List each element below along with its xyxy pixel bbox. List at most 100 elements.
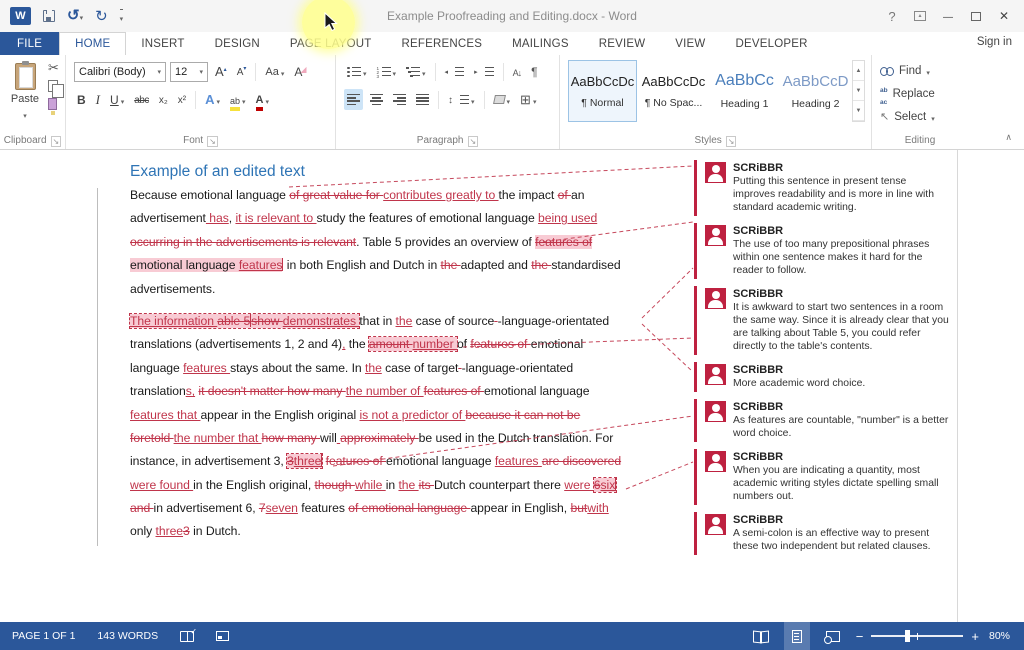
- font-size-combo[interactable]: 12: [170, 62, 208, 82]
- dialog-launcher-icon[interactable]: [726, 134, 737, 146]
- help-button[interactable]: [878, 4, 906, 28]
- font-name-combo[interactable]: Calibri (Body): [74, 62, 166, 82]
- bullets-button[interactable]: [344, 61, 370, 82]
- align-center-button[interactable]: [367, 89, 386, 110]
- doc-line[interactable]: translations (advertisements 1, 2 and 4)…: [130, 333, 621, 356]
- comment-4[interactable]: SCRiBBRMore academic word choice.: [694, 362, 952, 392]
- minimize-button[interactable]: [934, 4, 962, 28]
- doc-line[interactable]: translations, it doesn't matter how many…: [130, 380, 621, 403]
- document-canvas[interactable]: Example of an edited text Because emotio…: [0, 150, 1024, 622]
- tab-references[interactable]: REFERENCES: [387, 32, 498, 55]
- doc-line[interactable]: only three3 in Dutch.: [130, 520, 621, 543]
- zoom-out-icon[interactable]: −: [856, 630, 864, 643]
- zoom-slider-handle[interactable]: [905, 630, 910, 642]
- borders-button[interactable]: [517, 89, 539, 110]
- macro-recording-icon[interactable]: [216, 631, 229, 641]
- highlight-color-button[interactable]: [227, 89, 249, 110]
- grow-font-button[interactable]: [212, 61, 230, 82]
- paste-button[interactable]: Paste: [6, 60, 44, 136]
- zoom-percentage[interactable]: 80%: [989, 630, 1010, 642]
- doc-line[interactable]: The information able 5show demonstrates …: [130, 310, 621, 333]
- change-case-button[interactable]: [262, 61, 287, 82]
- collapse-ribbon-icon[interactable]: [1005, 132, 1012, 143]
- scroll-up-icon[interactable]: ▲: [853, 61, 864, 81]
- doc-line[interactable]: Because emotional language of great valu…: [130, 184, 621, 207]
- doc-line[interactable]: were found in the English original, thou…: [130, 474, 621, 497]
- shading-button[interactable]: [491, 89, 514, 110]
- style-heading-2[interactable]: AaBbCcDHeading 2: [781, 60, 850, 122]
- doc-line[interactable]: occurring in the advertisements is relev…: [130, 231, 621, 254]
- comment-7[interactable]: SCRiBBRA semi-colon is an effective way …: [694, 512, 952, 555]
- format-painter-icon[interactable]: [48, 98, 57, 110]
- style--no-spac-[interactable]: AaBbCcDc¶ No Spac...: [639, 60, 708, 122]
- doc-line[interactable]: emotional language features in both Engl…: [130, 254, 621, 277]
- print-layout-button[interactable]: [784, 622, 810, 650]
- numbering-button[interactable]: [374, 61, 400, 82]
- maximize-button[interactable]: [962, 4, 990, 28]
- sign-in-link[interactable]: Sign in: [977, 36, 1012, 48]
- tab-review[interactable]: REVIEW: [584, 32, 661, 55]
- doc-line[interactable]: instance, in advertisement 3, 3three fea…: [130, 450, 621, 473]
- tab-developer[interactable]: DEVELOPER: [720, 32, 822, 55]
- style--normal[interactable]: AaBbCcDc¶ Normal: [568, 60, 637, 122]
- close-button[interactable]: [990, 4, 1018, 28]
- clear-formatting-button[interactable]: [291, 61, 309, 82]
- doc-line[interactable]: features that appear in the English orig…: [130, 404, 621, 427]
- line-spacing-button[interactable]: [445, 89, 478, 110]
- dialog-launcher-icon[interactable]: [468, 134, 479, 146]
- ribbon-display-options-button[interactable]: [906, 4, 934, 28]
- tab-home[interactable]: HOME: [59, 32, 126, 55]
- dialog-launcher-icon[interactable]: [207, 134, 218, 146]
- zoom-in-icon[interactable]: +: [971, 630, 979, 643]
- multilevel-list-button[interactable]: [403, 61, 429, 82]
- tab-file[interactable]: FILE: [0, 32, 59, 55]
- tab-mailings[interactable]: MAILINGS: [497, 32, 584, 55]
- doc-line[interactable]: language features stays about the same. …: [130, 357, 621, 380]
- comment-2[interactable]: SCRiBBRThe use of too many prepositional…: [694, 223, 952, 279]
- text-effects-button[interactable]: [202, 89, 223, 110]
- tab-design[interactable]: DESIGN: [200, 32, 275, 55]
- decrease-indent-button[interactable]: ◂: [442, 61, 468, 82]
- align-left-button[interactable]: [344, 89, 363, 110]
- font-color-button[interactable]: [253, 89, 272, 110]
- copy-icon[interactable]: [48, 80, 58, 92]
- replace-button[interactable]: Replace: [880, 83, 935, 104]
- styles-gallery-scroll[interactable]: ▲ ▼ ▼: [852, 60, 865, 122]
- doc-line[interactable]: advertisement has, it is relevant to stu…: [130, 207, 621, 230]
- shrink-font-button[interactable]: [234, 61, 250, 82]
- justify-button[interactable]: [413, 89, 432, 110]
- scroll-down-icon[interactable]: ▼: [853, 81, 864, 101]
- comment-1[interactable]: SCRiBBRPutting this sentence in present …: [694, 160, 952, 216]
- tab-view[interactable]: VIEW: [660, 32, 720, 55]
- proofing-status-icon[interactable]: [180, 631, 194, 642]
- italic-button[interactable]: [93, 89, 103, 110]
- bold-button[interactable]: [74, 89, 89, 110]
- comment-6[interactable]: SCRiBBRWhen you are indicating a quantit…: [694, 449, 952, 505]
- align-right-button[interactable]: [390, 89, 409, 110]
- cut-icon[interactable]: [48, 61, 59, 74]
- strikethrough-button[interactable]: [131, 89, 152, 110]
- word-count[interactable]: 143 WORDS: [97, 630, 158, 642]
- zoom-slider[interactable]: [871, 635, 963, 637]
- find-button[interactable]: Find: [880, 60, 930, 81]
- subscript-button[interactable]: [156, 89, 171, 110]
- comment-5[interactable]: SCRiBBRAs features are countable, "numbe…: [694, 399, 952, 442]
- increase-indent-button[interactable]: ▸: [471, 61, 497, 82]
- page-indicator[interactable]: PAGE 1 OF 1: [12, 630, 75, 642]
- doc-line[interactable]: and in advertisement 6, 7seven features …: [130, 497, 621, 520]
- web-layout-button[interactable]: [820, 622, 846, 650]
- comment-3[interactable]: SCRiBBRIt is awkward to start two senten…: [694, 286, 952, 355]
- select-button[interactable]: Select: [880, 106, 935, 127]
- doc-line[interactable]: foretold the number that how many will a…: [130, 427, 621, 450]
- read-mode-button[interactable]: [748, 622, 774, 650]
- show-formatting-button[interactable]: [528, 61, 540, 82]
- underline-button[interactable]: [107, 89, 127, 110]
- doc-line[interactable]: advertisements.: [130, 278, 621, 301]
- tab-insert[interactable]: INSERT: [126, 32, 199, 55]
- styles-group: AaBbCcDc¶ NormalAaBbCcDc¶ No Spac...AaBb…: [560, 55, 872, 149]
- sort-button[interactable]: [510, 61, 525, 82]
- dialog-launcher-icon[interactable]: [51, 134, 62, 146]
- style-heading-1[interactable]: AaBbCcHeading 1: [710, 60, 779, 122]
- superscript-button[interactable]: [175, 89, 189, 110]
- gallery-more-icon[interactable]: ▼: [853, 101, 864, 121]
